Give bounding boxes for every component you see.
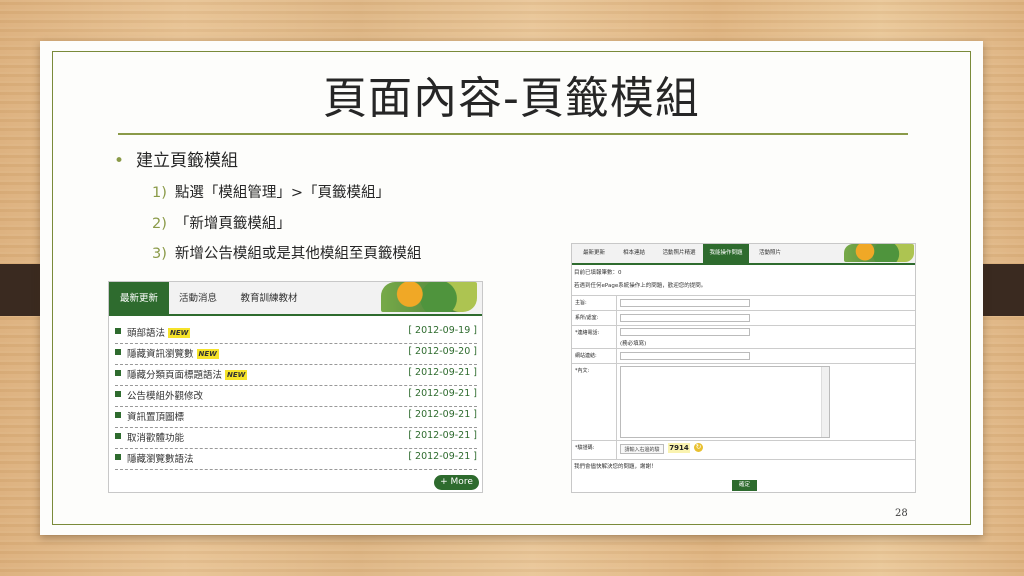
news-item[interactable]: 資訊置頂圖標 [ 2012-09-21 ] — [115, 406, 477, 428]
textarea-scrollbar[interactable] — [821, 367, 829, 437]
news-item[interactable]: 頭部語法 NEW [ 2012-09-19 ] — [115, 322, 477, 344]
news-title[interactable]: 公告模組外觀修改 — [127, 388, 203, 402]
footer-note: 我們會儘快解決您的問題，謝謝！ — [574, 464, 657, 470]
news-date: [ 2012-09-21 ] — [408, 388, 477, 399]
captcha-code: 7914 — [668, 443, 690, 453]
question-form-screenshot: 最新更新 相本連結 活動照片精選 我能操作問題 活動照片 目前已填報筆數：0 若… — [571, 243, 916, 493]
news-item[interactable]: 隱藏資訊瀏覽數 NEW [ 2012-09-20 ] — [115, 343, 477, 365]
bullet-dot-icon: • — [114, 151, 125, 171]
new-badge: NEW — [196, 349, 219, 359]
square-bullet-icon — [115, 328, 121, 334]
step-number: 2) — [152, 216, 167, 232]
step-1: 1) 點選「模組管理」>「頁籤模組」 — [152, 181, 390, 202]
field-label: *內文: — [575, 368, 590, 374]
news-date: [ 2012-09-21 ] — [408, 409, 477, 420]
news-date: [ 2012-09-21 ] — [408, 451, 477, 462]
tab-latest-updates[interactable]: 最新更新 — [574, 244, 614, 263]
square-bullet-icon — [115, 370, 121, 376]
slide-title: 頁面內容-頁籤模組 — [323, 73, 700, 124]
news-item[interactable]: 隱藏瀏覽數語法 [ 2012-09-21 ] — [115, 448, 477, 470]
news-date: [ 2012-09-20 ] — [408, 346, 477, 357]
step-text: 點選「模組管理」>「頁籤模組」 — [174, 185, 391, 201]
square-bullet-icon — [115, 412, 121, 418]
website-input[interactable] — [620, 352, 750, 360]
required-note: (務必填寫) — [620, 341, 647, 347]
bullet-text: 建立頁籤模組 — [136, 151, 239, 171]
page-number: 28 — [895, 508, 908, 519]
step-text: 新增公告模組或是其他模組至頁籤模組 — [174, 246, 422, 262]
news-title[interactable]: 取消歡體功能 — [127, 430, 184, 444]
tab-latest-updates[interactable]: 最新更新 — [109, 282, 169, 314]
submission-count: 目前已填報筆數：0 — [574, 270, 622, 276]
step-3: 3) 新增公告模組或是其他模組至頁籤模組 — [152, 242, 421, 263]
more-button[interactable]: + More — [434, 475, 479, 490]
leaf-banner-image — [844, 244, 914, 262]
news-date: [ 2012-09-21 ] — [408, 430, 477, 441]
tab-activity-photos[interactable]: 活動照片 — [752, 244, 788, 263]
field-label: *連絡電話: — [575, 330, 600, 336]
tab-album-links[interactable]: 相本連結 — [616, 244, 652, 263]
news-date: [ 2012-09-21 ] — [408, 367, 477, 378]
field-label: 主旨: — [575, 300, 587, 306]
form-hint: 若遇到任何ePage系統操作上的問題，歡迎您的提問。 — [574, 283, 707, 289]
field-label: *驗證碼: — [575, 445, 595, 451]
square-bullet-icon — [115, 433, 121, 439]
leaf-banner-image — [381, 282, 477, 312]
new-badge: NEW — [225, 370, 248, 380]
tab-module-screenshot: 最新更新 活動消息 教育訓練教材 頭部語法 NEW [ 2012-09-19 ] … — [108, 281, 483, 493]
form-row: *內文: — [572, 364, 915, 441]
tab-activity-news[interactable]: 活動消息 — [171, 282, 225, 314]
title-rule — [118, 133, 908, 135]
news-title[interactable]: 隱藏資訊瀏覽數 — [127, 349, 194, 360]
news-item[interactable]: 取消歡體功能 [ 2012-09-21 ] — [115, 427, 477, 449]
news-title[interactable]: 隱藏分類頁面標題語法 — [127, 370, 222, 381]
news-title[interactable]: 隱藏瀏覽數語法 — [127, 451, 194, 465]
news-item[interactable]: 公告模組外觀修改 [ 2012-09-21 ] — [115, 385, 477, 407]
square-bullet-icon — [115, 454, 121, 460]
tab-training-materials[interactable]: 教育訓練教材 — [229, 282, 309, 314]
tab-bar: 最新更新 活動消息 教育訓練教材 — [109, 282, 482, 316]
news-date: [ 2012-09-19 ] — [408, 325, 477, 336]
form-row: 系所/處室: — [572, 311, 915, 326]
tab-activity-photos-selected[interactable]: 活動照片精選 — [656, 244, 702, 263]
field-label: 系所/處室: — [575, 315, 599, 321]
submit-button[interactable]: 確定 — [732, 480, 757, 491]
form-row: *連絡電話: (務必填寫) — [572, 326, 915, 349]
refresh-captcha-icon[interactable]: ↻ — [694, 443, 703, 452]
question-form: 主旨: 系所/處室: *連絡電話: (務必填寫) 網站連結: *內文: *驗證碼… — [572, 295, 915, 460]
news-title[interactable]: 資訊置頂圖標 — [127, 409, 184, 423]
step-text: 「新增頁籤模組」 — [174, 216, 291, 232]
field-label: 網站連結: — [575, 353, 597, 359]
form-row: 主旨: — [572, 296, 915, 311]
step-number: 3) — [152, 246, 167, 262]
new-badge: NEW — [168, 328, 191, 338]
tab-operation-questions[interactable]: 我能操作問題 — [703, 244, 749, 263]
bullet-item: • 建立頁籤模組 — [114, 146, 238, 171]
tab-bar: 最新更新 相本連結 活動照片精選 我能操作問題 活動照片 — [572, 244, 915, 265]
content-textarea[interactable] — [620, 366, 830, 438]
department-input[interactable] — [620, 314, 750, 322]
news-item[interactable]: 隱藏分類頁面標題語法 NEW [ 2012-09-21 ] — [115, 364, 477, 386]
form-row: 網站連結: — [572, 349, 915, 364]
square-bullet-icon — [115, 349, 121, 355]
news-title[interactable]: 頭部語法 — [127, 328, 165, 339]
square-bullet-icon — [115, 391, 121, 397]
captcha-input[interactable]: 請輸入右邊的驗 — [620, 444, 664, 454]
subject-input[interactable] — [620, 299, 750, 307]
step-2: 2) 「新增頁籤模組」 — [152, 212, 291, 233]
step-number: 1) — [152, 185, 167, 201]
form-row: *驗證碼: 請輸入右邊的驗 7914 ↻ — [572, 441, 915, 460]
phone-input[interactable] — [620, 328, 750, 336]
